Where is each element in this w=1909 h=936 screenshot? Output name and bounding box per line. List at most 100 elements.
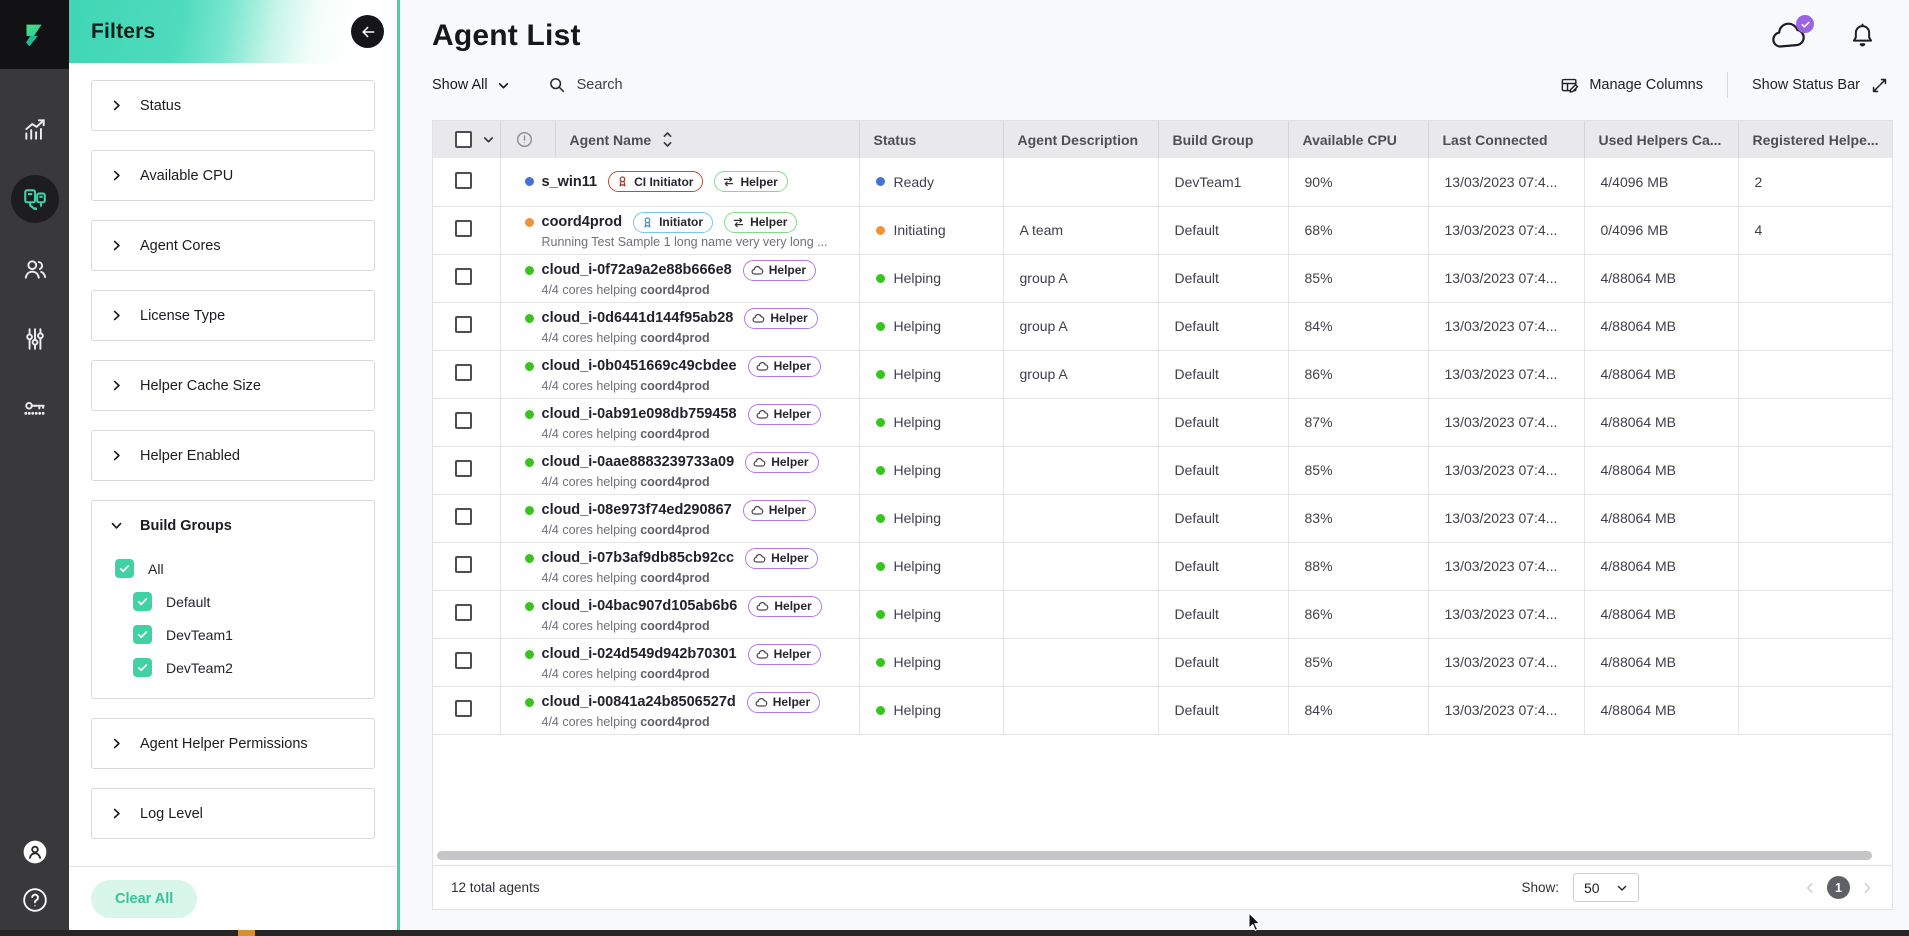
checkbox-checked[interactable] — [133, 625, 152, 644]
agents-icon[interactable] — [11, 175, 59, 223]
row-checkbox[interactable] — [455, 268, 472, 285]
filter-section-header[interactable]: Agent Helper Permissions — [92, 719, 374, 768]
table-row[interactable]: cloud_i-0d6441d144f95ab28Helper4/4 cores… — [433, 302, 1892, 350]
show-all-dropdown[interactable]: Show All — [432, 77, 510, 93]
row-checkbox[interactable] — [455, 508, 472, 525]
filter-section-header[interactable]: Log Level — [92, 789, 374, 838]
api-key-icon[interactable] — [21, 395, 49, 423]
next-page-button[interactable] — [1860, 881, 1874, 895]
filter-section-header[interactable]: Helper Enabled — [92, 431, 374, 480]
status-cell: Helping — [859, 446, 1003, 494]
chevron-right-icon — [110, 449, 123, 462]
analytics-icon[interactable] — [21, 115, 49, 143]
row-checkbox[interactable] — [455, 556, 472, 573]
agent-subtitle: 4/4 cores helping coord4prod — [542, 715, 859, 729]
table-row[interactable]: cloud_i-0aae8883239733a09Helper4/4 cores… — [433, 446, 1892, 494]
row-checkbox[interactable] — [455, 412, 472, 429]
filter-sections: Status Available CPU Agent Cores License… — [69, 63, 397, 936]
filter-option-default[interactable]: Default — [92, 585, 374, 618]
column-header-agent-name[interactable]: Agent Name — [555, 121, 859, 158]
manage-columns-button[interactable]: Manage Columns — [1560, 76, 1703, 95]
notifications-bell-icon[interactable] — [1850, 23, 1875, 50]
filter-section-header[interactable]: Available CPU — [92, 151, 374, 200]
cloud-status-icon[interactable] — [1770, 20, 1810, 52]
badge-helper-cloud: Helper — [748, 596, 821, 617]
chevron-right-icon — [110, 737, 123, 750]
agent-name-cell: cloud_i-0aae8883239733a09Helper4/4 cores… — [500, 446, 859, 494]
row-checkbox[interactable] — [455, 316, 472, 333]
agent-name: cloud_i-00841a24b8506527d — [542, 694, 736, 710]
last-connected-cell: 13/03/2023 07:4... — [1428, 494, 1584, 542]
select-menu-chevron-icon[interactable] — [481, 132, 496, 147]
used-helpers-cell: 0/4096 MB — [1584, 206, 1738, 254]
filter-option-devteam1[interactable]: DevTeam1 — [92, 618, 374, 651]
table-row[interactable]: cloud_i-024d549d942b70301Helper4/4 cores… — [433, 638, 1892, 686]
users-icon[interactable] — [21, 255, 49, 283]
filter-section-agent-helper-permissions: Agent Helper Permissions — [91, 718, 375, 769]
row-checkbox[interactable] — [455, 460, 472, 477]
row-checkbox[interactable] — [455, 364, 472, 381]
badge-initiator: Initiator — [633, 212, 713, 233]
filter-section-label: Available CPU — [140, 168, 233, 184]
table-row[interactable]: s_win11CI InitiatorHelperReadyDevTeam190… — [433, 158, 1892, 206]
show-label: Show: — [1521, 880, 1559, 895]
table-row[interactable]: coord4prodInitiatorHelperRunning Test Sa… — [433, 206, 1892, 254]
status-dot — [876, 322, 885, 331]
clear-all-button[interactable]: Clear All — [91, 880, 197, 918]
brand-logo[interactable] — [0, 0, 69, 69]
agent-subtitle: 4/4 cores helping coord4prod — [542, 283, 859, 297]
chevron-right-icon — [110, 99, 123, 112]
agent-name: cloud_i-024d549d942b70301 — [542, 646, 737, 662]
previous-page-button[interactable] — [1803, 881, 1817, 895]
table-row[interactable]: cloud_i-0b0451669c49cbdeeHelper4/4 cores… — [433, 350, 1892, 398]
current-page-button[interactable]: 1 — [1827, 876, 1850, 899]
avatar-icon[interactable] — [21, 838, 49, 866]
search-input[interactable] — [577, 77, 747, 93]
status-cell: Helping — [859, 542, 1003, 590]
settings-sliders-icon[interactable] — [21, 325, 49, 353]
left-nav-rail — [0, 0, 69, 936]
registered-helpers-cell — [1738, 494, 1892, 542]
filter-option-devteam2[interactable]: DevTeam2 — [92, 651, 374, 684]
row-checkbox[interactable] — [455, 700, 472, 717]
filter-section-header[interactable]: Status — [92, 81, 374, 130]
bottom-edge-accent — [238, 930, 255, 936]
badge-helper-swap: Helper — [714, 171, 787, 192]
filter-section-header[interactable]: License Type — [92, 291, 374, 340]
table-row[interactable]: cloud_i-0ab91e098db759458Helper4/4 cores… — [433, 398, 1892, 446]
used-helpers-cell: 4/88064 MB — [1584, 350, 1738, 398]
status-cell: Helping — [859, 350, 1003, 398]
last-connected-cell: 13/03/2023 07:4... — [1428, 446, 1584, 494]
filter-section-label: Agent Helper Permissions — [140, 736, 308, 752]
checkbox-checked[interactable] — [115, 559, 134, 578]
status-dot — [525, 650, 534, 659]
table-row[interactable]: cloud_i-00841a24b8506527dHelper4/4 cores… — [433, 686, 1892, 734]
description-cell: group A — [1003, 302, 1158, 350]
table-row[interactable]: cloud_i-0f72a9a2e88b666e8Helper4/4 cores… — [433, 254, 1892, 302]
agent-name: cloud_i-04bac907d105ab6b6 — [542, 598, 738, 614]
checkbox-checked[interactable] — [133, 658, 152, 677]
select-all-header — [433, 121, 500, 158]
collapse-filters-button[interactable] — [351, 15, 384, 48]
badge-helper-cloud: Helper — [745, 452, 818, 473]
filter-option-all[interactable]: All — [92, 552, 374, 585]
row-checkbox[interactable] — [455, 604, 472, 621]
show-status-bar-button[interactable]: Show Status Bar — [1752, 76, 1889, 95]
build-group-cell: Default — [1158, 398, 1288, 446]
row-checkbox[interactable] — [455, 172, 472, 189]
filter-section-header[interactable]: Agent Cores — [92, 221, 374, 270]
table-row[interactable]: cloud_i-04bac907d105ab6b6Helper4/4 cores… — [433, 590, 1892, 638]
table-row[interactable]: cloud_i-08e973f74ed290867Helper4/4 cores… — [433, 494, 1892, 542]
filter-section-header[interactable]: Build Groups — [92, 501, 374, 550]
row-checkbox[interactable] — [455, 220, 472, 237]
checkbox-checked[interactable] — [133, 592, 152, 611]
select-all-checkbox[interactable] — [455, 131, 472, 148]
row-checkbox[interactable] — [455, 652, 472, 669]
table-row[interactable]: cloud_i-07b3af9db85cb92ccHelper4/4 cores… — [433, 542, 1892, 590]
page-size-select[interactable]: 50 — [1573, 873, 1639, 902]
scrollbar-thumb[interactable] — [437, 851, 1872, 860]
sort-icon[interactable] — [661, 131, 674, 148]
available-cpu-cell: 85% — [1288, 638, 1428, 686]
filter-section-header[interactable]: Helper Cache Size — [92, 361, 374, 410]
help-icon[interactable] — [21, 886, 49, 914]
